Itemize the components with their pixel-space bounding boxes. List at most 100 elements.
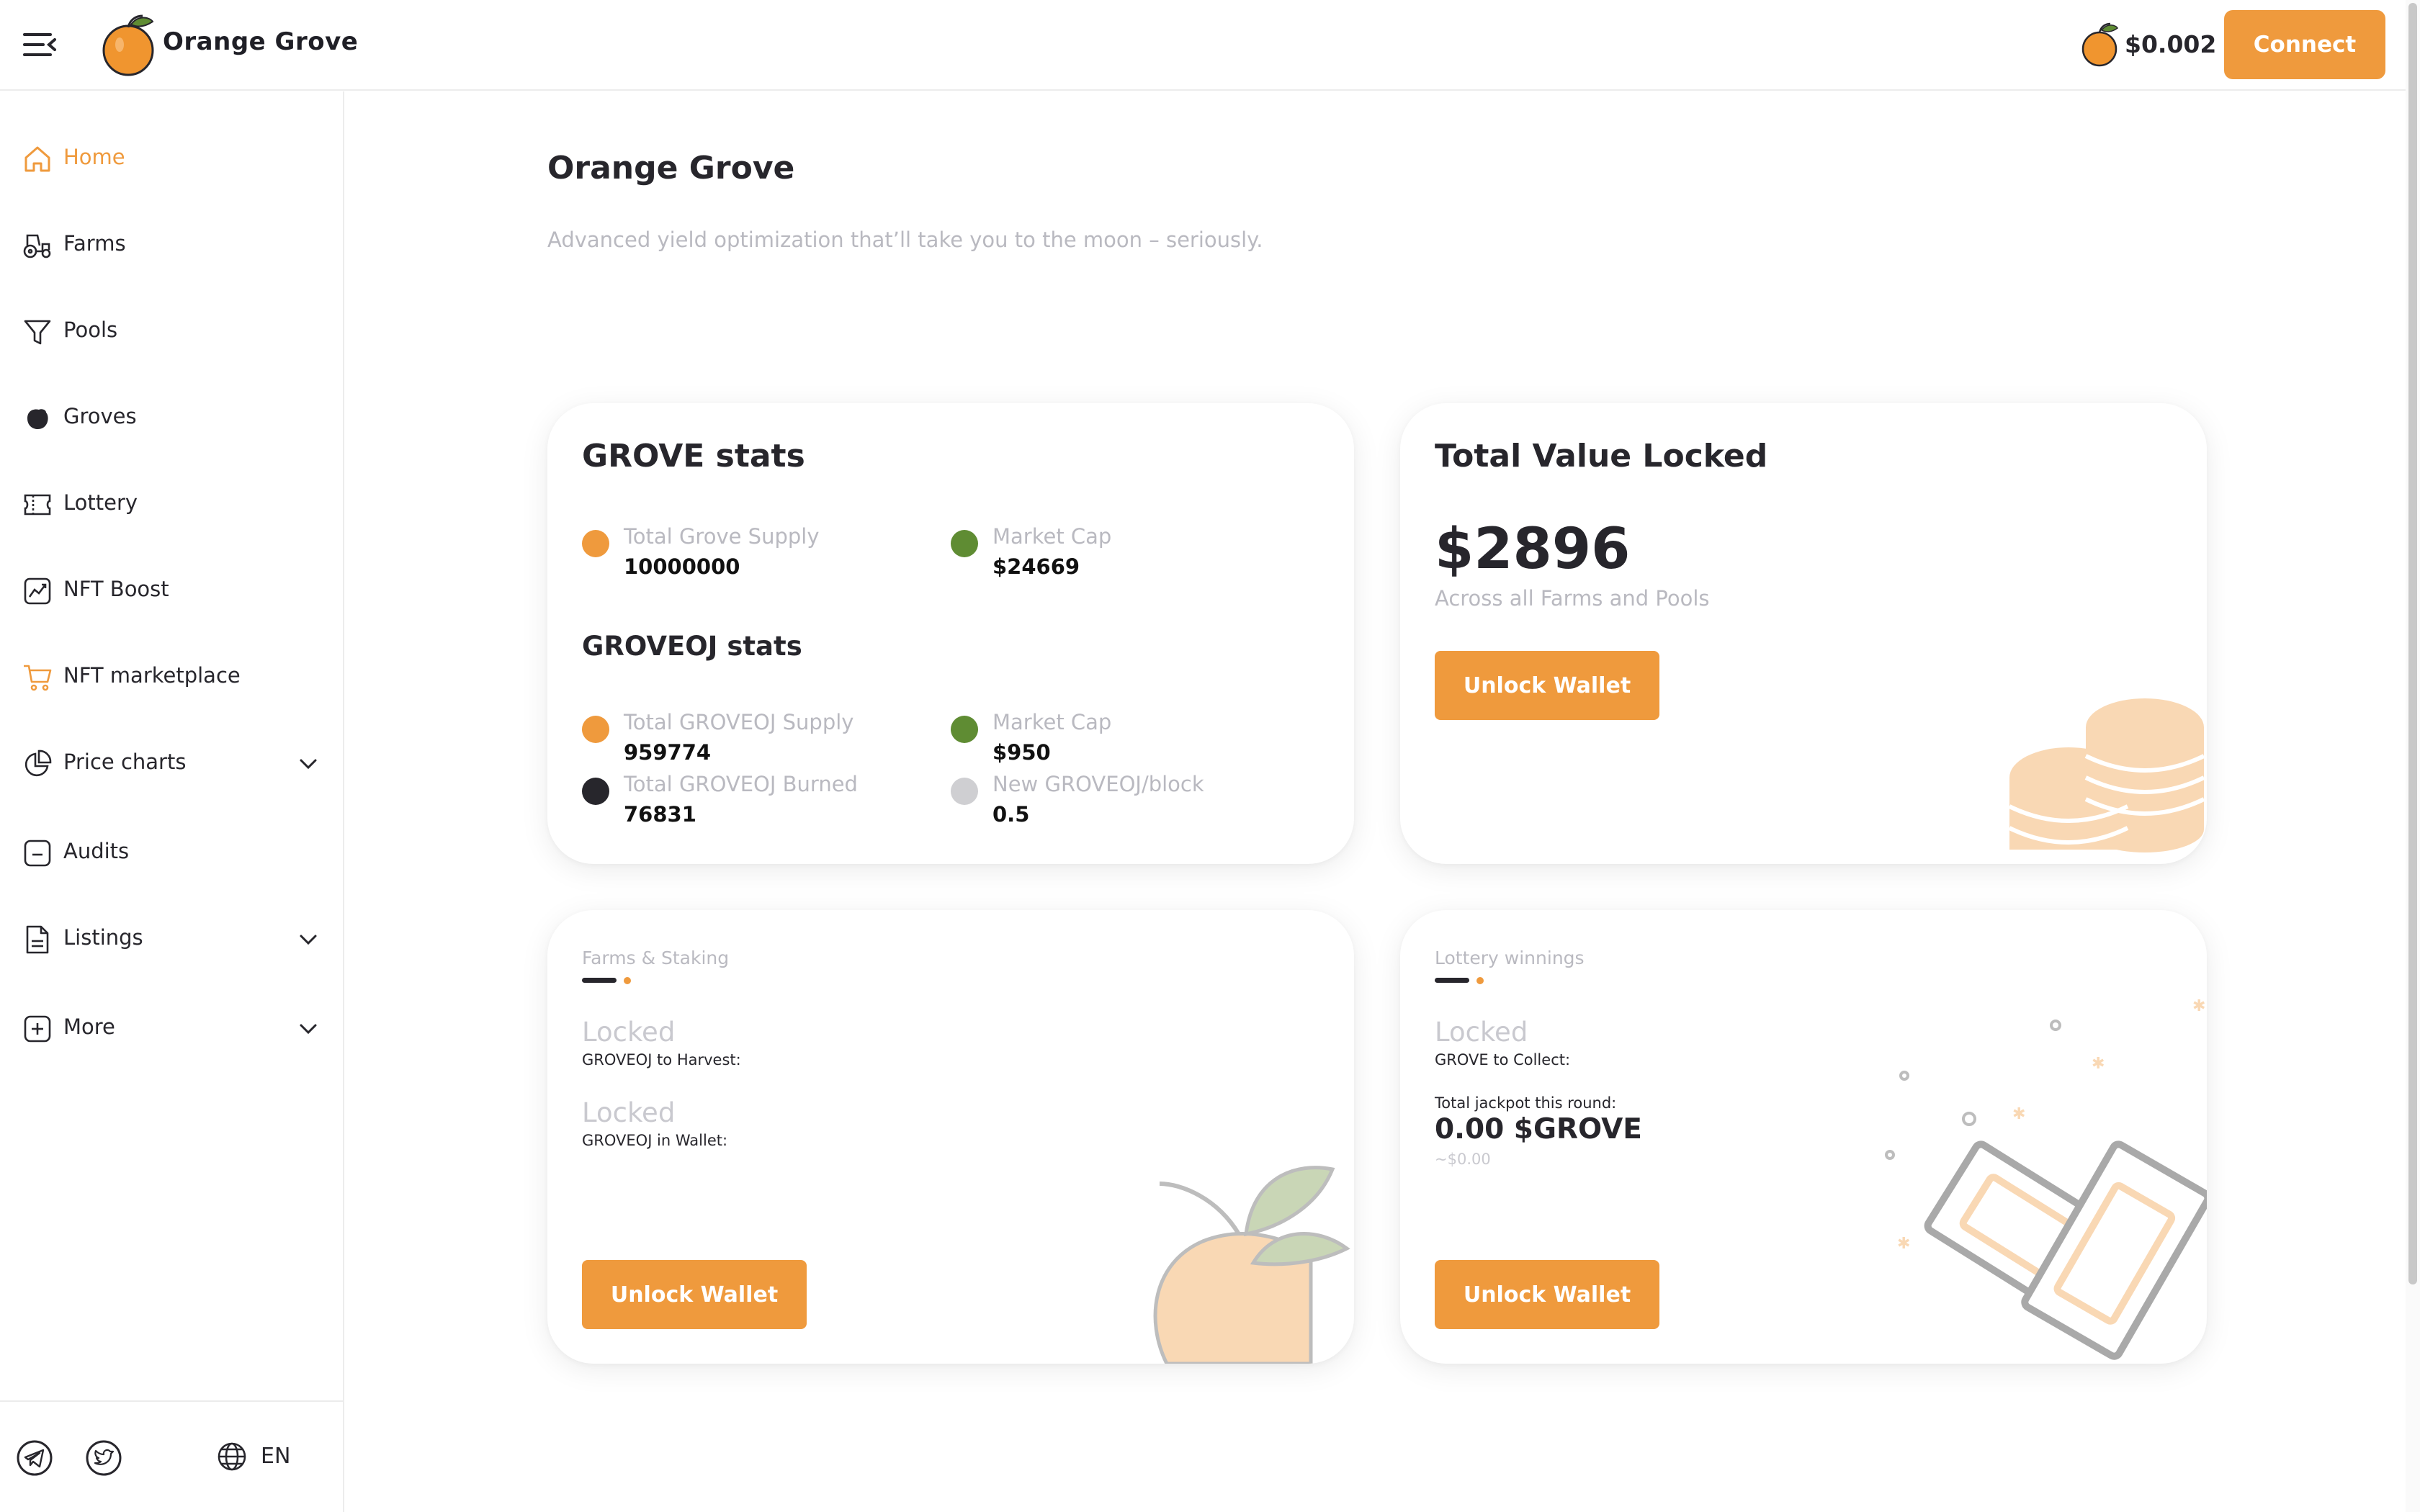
- collect-value: Locked: [1435, 1017, 1528, 1048]
- twitter-icon[interactable]: [85, 1439, 122, 1477]
- unlock-wallet-button[interactable]: Unlock Wallet: [1435, 1260, 1659, 1329]
- harvest-label: GROVEOJ to Harvest:: [582, 1051, 741, 1068]
- sidebar-item-groves[interactable]: Groves: [0, 384, 343, 453]
- ticket-icon: [24, 494, 51, 516]
- wallet-value: Locked: [582, 1097, 676, 1128]
- sidebar-item-farms[interactable]: Farms: [0, 211, 343, 280]
- sidebar-item-more[interactable]: More: [0, 994, 343, 1063]
- page-subtitle: Advanced yield optimization that’ll take…: [547, 228, 1263, 252]
- menu-collapse-icon[interactable]: [22, 29, 59, 60]
- orange-logo-icon[interactable]: [99, 12, 157, 78]
- wallet-label: GROVEOJ in Wallet:: [582, 1132, 728, 1149]
- document-icon: [26, 925, 49, 954]
- sidebar-item-nft-marketplace[interactable]: NFT marketplace: [0, 643, 343, 712]
- green-dot-icon: [951, 530, 978, 557]
- chevron-down-icon[interactable]: [295, 927, 321, 953]
- dark-dot-icon: [582, 778, 609, 805]
- chart-icon: [24, 577, 51, 605]
- svg-text:✱: ✱: [2192, 997, 2205, 1015]
- sidebar-item-lottery[interactable]: Lottery: [0, 470, 343, 539]
- sidebar-item-listings[interactable]: Listings: [0, 905, 343, 974]
- funnel-icon: [24, 320, 51, 345]
- svg-text:✱: ✱: [2012, 1105, 2025, 1123]
- harvest-value: Locked: [582, 1017, 676, 1048]
- stat-label: Total GROVEOJ Supply: [624, 710, 854, 734]
- stat-total-grove-supply: Total Grove Supply 10000000: [582, 524, 928, 582]
- stat-grove-market-cap: Market Cap $24669: [951, 524, 1296, 582]
- sidebar-item-label: NFT marketplace: [63, 663, 241, 688]
- cart-icon: [24, 665, 52, 691]
- stat-new-groveoj-per-block: New GROVEOJ/block 0.5: [951, 772, 1296, 829]
- token-price: $0.002: [2125, 30, 2217, 58]
- grey-dot-icon: [951, 778, 978, 805]
- sidebar-item-label: Farms: [63, 231, 126, 256]
- chevron-down-icon[interactable]: [295, 1016, 321, 1042]
- stat-value: 0.5: [992, 802, 1030, 827]
- sidebar-item-label: Price charts: [63, 750, 187, 774]
- stat-value: 10000000: [624, 554, 740, 579]
- orange-token-icon: [2081, 22, 2118, 67]
- sidebar-item-label: Pools: [63, 318, 118, 342]
- orange-dot-icon: [582, 530, 609, 557]
- collect-label: GROVE to Collect:: [1435, 1051, 1571, 1068]
- stat-groveoj-market-cap: Market Cap $950: [951, 710, 1296, 768]
- tractor-icon: [23, 234, 51, 258]
- app-name[interactable]: Orange Grove: [163, 27, 358, 56]
- sidebar-item-label: Groves: [63, 404, 137, 428]
- stat-total-groveoj-burned: Total GROVEOJ Burned 76831: [582, 772, 928, 829]
- farms-staking-card: Farms & Staking Locked GROVEOJ to Harves…: [547, 910, 1354, 1364]
- orange-dot-icon: [582, 716, 609, 743]
- sidebar-item-audits[interactable]: Audits: [0, 819, 343, 888]
- plus-icon: [24, 1015, 51, 1043]
- pie-chart-icon: [24, 750, 52, 777]
- page-scrollbar-thumb[interactable]: [2408, 3, 2417, 1284]
- audit-icon: [24, 840, 51, 867]
- globe-icon[interactable]: [216, 1441, 248, 1472]
- stat-total-groveoj-supply: Total GROVEOJ Supply 959774: [582, 710, 928, 768]
- stat-value: $24669: [992, 554, 1080, 579]
- pager-bar: [582, 978, 617, 983]
- sidebar-item-label: Lottery: [63, 490, 138, 515]
- pager-bar: [1435, 978, 1469, 983]
- grove-stats-card: GROVE stats Total Grove Supply 10000000 …: [547, 403, 1354, 864]
- chevron-down-icon[interactable]: [295, 751, 321, 777]
- unlock-wallet-button[interactable]: Unlock Wallet: [1435, 651, 1659, 720]
- card-pager: [582, 976, 632, 985]
- sidebar-item-pools[interactable]: Pools: [0, 297, 343, 366]
- connect-button[interactable]: Connect: [2224, 10, 2385, 79]
- green-dot-icon: [951, 716, 978, 743]
- jackpot-value: 0.00 $GROVE: [1435, 1113, 1642, 1146]
- stat-label: Total Grove Supply: [624, 524, 820, 549]
- sidebar-item-label: NFT Boost: [63, 577, 169, 601]
- svg-text:✱: ✱: [1897, 1235, 1910, 1253]
- stat-label: Market Cap: [992, 710, 1112, 734]
- language-selector[interactable]: EN: [261, 1444, 290, 1469]
- lottery-heading: Lottery winnings: [1435, 948, 1585, 968]
- pager-dot: [1476, 977, 1484, 984]
- sidebar-item-label: More: [63, 1014, 115, 1039]
- sidebar: Home Farms Pools Groves Lottery NFT Boos…: [0, 91, 344, 1512]
- stat-value: 959774: [624, 740, 712, 765]
- jackpot-usd: ~$0.00: [1435, 1151, 1491, 1168]
- page-title: Orange Grove: [547, 150, 795, 186]
- groveoj-stats-title: GROVEOJ stats: [582, 631, 802, 662]
- sidebar-item-price-charts[interactable]: Price charts: [0, 729, 343, 798]
- stat-label: New GROVEOJ/block: [992, 772, 1204, 796]
- sidebar-item-label: Audits: [63, 839, 130, 863]
- svg-text:✱: ✱: [2092, 1055, 2105, 1073]
- orange-icon: [27, 409, 48, 430]
- sidebar-item-nft-boost[interactable]: NFT Boost: [0, 557, 343, 626]
- lottery-tickets-illustration-icon: ✱ ✱ ✱ ✱: [1885, 997, 2207, 1360]
- sidebar-footer: EN: [0, 1400, 343, 1512]
- tvl-subtitle: Across all Farms and Pools: [1435, 586, 1710, 611]
- lottery-winnings-card: Lottery winnings Locked GROVE to Collect…: [1400, 910, 2207, 1364]
- home-icon: [24, 146, 50, 172]
- tvl-value: $2896: [1435, 517, 1631, 582]
- sidebar-item-home[interactable]: Home: [0, 125, 343, 194]
- telegram-icon[interactable]: [16, 1439, 53, 1477]
- coins-illustration-icon: [2008, 698, 2205, 852]
- stat-value: 76831: [624, 802, 696, 827]
- orange-illustration-icon: [1153, 1166, 1350, 1364]
- card-pager: [1435, 976, 1485, 985]
- unlock-wallet-button[interactable]: Unlock Wallet: [582, 1260, 807, 1329]
